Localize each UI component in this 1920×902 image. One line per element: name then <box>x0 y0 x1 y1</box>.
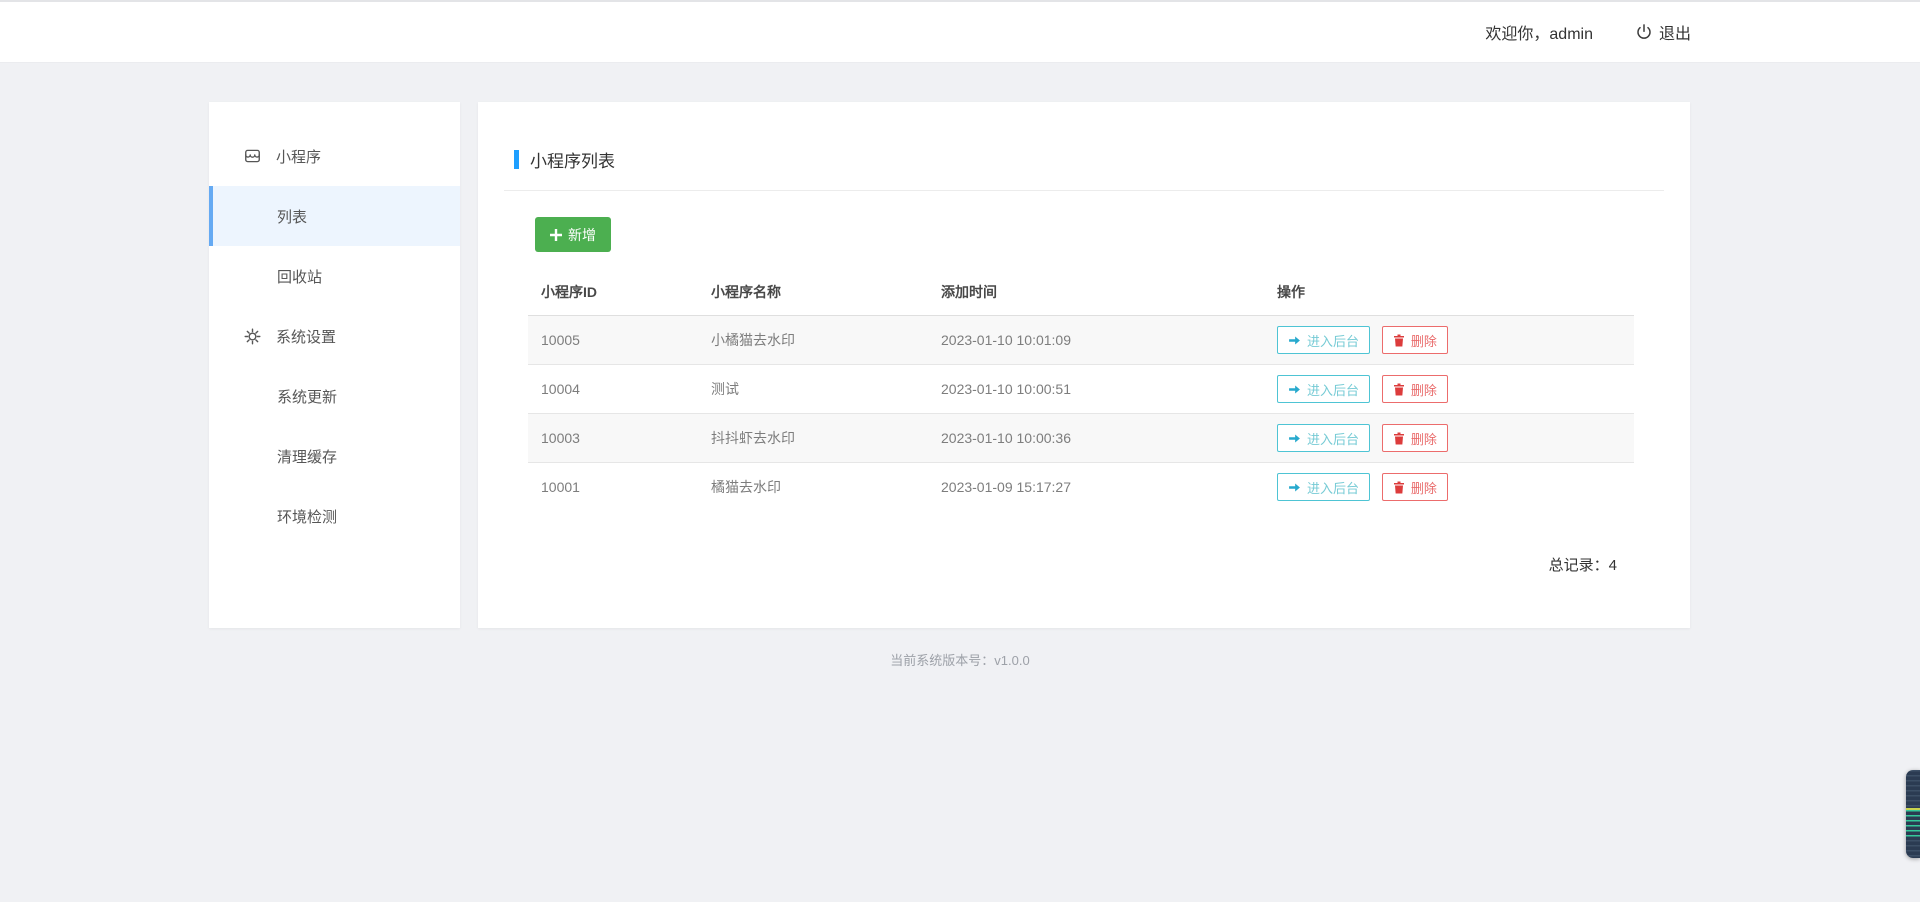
trash-icon <box>1393 481 1405 494</box>
sidebar-item-label: 环境检测 <box>277 506 337 527</box>
table-row: 10003 抖抖虾去水印 2023-01-10 10:00:36 进入后台 删除 <box>528 414 1634 463</box>
cell-time: 2023-01-10 10:01:09 <box>928 316 1264 365</box>
cell-actions: 进入后台 删除 <box>1264 414 1634 463</box>
delete-button[interactable]: 删除 <box>1382 424 1448 452</box>
arrow-right-icon <box>1288 432 1301 445</box>
cell-name: 橘猫去水印 <box>698 463 928 512</box>
title-divider <box>504 190 1664 191</box>
sidebar-item-recycle-bin[interactable]: 回收站 <box>209 246 460 306</box>
top-header: 欢迎你，admin 退出 <box>0 0 1920 63</box>
sidebar: 小程序 列表 回收站 系统设置 系统更新 清理缓存 环境检测 <box>209 102 460 628</box>
cell-id: 10005 <box>528 316 698 365</box>
scrollbar-active-zone <box>1906 808 1920 838</box>
delete-button[interactable]: 删除 <box>1382 326 1448 354</box>
table-row: 10001 橘猫去水印 2023-01-09 15:17:27 进入后台 删除 <box>528 463 1634 512</box>
delete-label: 删除 <box>1411 429 1437 448</box>
gear-icon <box>243 327 262 346</box>
enter-admin-label: 进入后台 <box>1307 478 1359 497</box>
trash-icon <box>1393 334 1405 347</box>
arrow-right-icon <box>1288 334 1301 347</box>
sidebar-item-env-check[interactable]: 环境检测 <box>209 486 460 546</box>
sidebar-item-miniprogram[interactable]: 小程序 <box>209 126 460 186</box>
store-icon <box>243 147 262 165</box>
enter-admin-button[interactable]: 进入后台 <box>1277 326 1370 354</box>
page-title: 小程序列表 <box>530 147 615 172</box>
arrow-right-icon <box>1288 481 1301 494</box>
sidebar-item-label: 回收站 <box>277 266 322 287</box>
enter-admin-button[interactable]: 进入后台 <box>1277 424 1370 452</box>
main-card: 小程序列表 新增 小程序ID 小程序名称 添加时间 操作 1000 <box>478 102 1690 628</box>
version-footer: 当前系统版本号：v1.0.0 <box>0 650 1920 669</box>
power-icon <box>1635 23 1653 41</box>
sidebar-item-label: 系统更新 <box>277 386 337 407</box>
column-header-name: 小程序名称 <box>698 274 928 316</box>
cell-actions: 进入后台 删除 <box>1264 463 1634 512</box>
enter-admin-label: 进入后台 <box>1307 429 1359 448</box>
sidebar-item-system-settings[interactable]: 系统设置 <box>209 306 460 366</box>
sidebar-item-list[interactable]: 列表 <box>209 186 460 246</box>
miniprogram-table: 小程序ID 小程序名称 添加时间 操作 10005 小橘猫去水印 2023-01… <box>528 274 1634 512</box>
sidebar-item-label: 清理缓存 <box>277 446 337 467</box>
cell-time: 2023-01-10 10:00:36 <box>928 414 1264 463</box>
logout-button[interactable]: 退出 <box>1635 20 1691 44</box>
column-header-time: 添加时间 <box>928 274 1264 316</box>
cell-actions: 进入后台 删除 <box>1264 316 1634 365</box>
table-row: 10005 小橘猫去水印 2023-01-10 10:01:09 进入后台 删除 <box>528 316 1634 365</box>
cell-id: 10001 <box>528 463 698 512</box>
scrollbar-widget[interactable] <box>1906 770 1920 858</box>
title-accent-bar <box>514 150 519 169</box>
welcome-text: 欢迎你，admin <box>1485 20 1593 44</box>
cell-name: 测试 <box>698 365 928 414</box>
sidebar-item-label: 系统设置 <box>276 326 336 347</box>
enter-admin-label: 进入后台 <box>1307 380 1359 399</box>
cell-time: 2023-01-09 15:17:27 <box>928 463 1264 512</box>
sidebar-item-clear-cache[interactable]: 清理缓存 <box>209 426 460 486</box>
cell-name: 抖抖虾去水印 <box>698 414 928 463</box>
cell-time: 2023-01-10 10:00:51 <box>928 365 1264 414</box>
delete-label: 删除 <box>1411 380 1437 399</box>
arrow-right-icon <box>1288 383 1301 396</box>
delete-label: 删除 <box>1411 478 1437 497</box>
trash-icon <box>1393 432 1405 445</box>
trash-icon <box>1393 383 1405 396</box>
logout-label: 退出 <box>1659 20 1691 44</box>
table-row: 10004 测试 2023-01-10 10:00:51 进入后台 删除 <box>528 365 1634 414</box>
add-button-label: 新增 <box>568 225 596 245</box>
column-header-id: 小程序ID <box>528 274 698 316</box>
sidebar-item-label: 列表 <box>277 206 307 227</box>
delete-button[interactable]: 删除 <box>1382 473 1448 501</box>
cell-actions: 进入后台 删除 <box>1264 365 1634 414</box>
cell-name: 小橘猫去水印 <box>698 316 928 365</box>
page-title-row: 小程序列表 <box>514 147 1690 172</box>
delete-button[interactable]: 删除 <box>1382 375 1448 403</box>
enter-admin-label: 进入后台 <box>1307 331 1359 350</box>
plus-icon <box>550 229 562 241</box>
cell-id: 10004 <box>528 365 698 414</box>
cell-id: 10003 <box>528 414 698 463</box>
total-records: 总记录：4 <box>478 554 1690 575</box>
sidebar-item-label: 小程序 <box>276 146 321 167</box>
add-button[interactable]: 新增 <box>535 217 611 252</box>
table-header-row: 小程序ID 小程序名称 添加时间 操作 <box>528 274 1634 316</box>
sidebar-item-system-update[interactable]: 系统更新 <box>209 366 460 426</box>
enter-admin-button[interactable]: 进入后台 <box>1277 473 1370 501</box>
column-header-actions: 操作 <box>1264 274 1634 316</box>
delete-label: 删除 <box>1411 331 1437 350</box>
enter-admin-button[interactable]: 进入后台 <box>1277 375 1370 403</box>
